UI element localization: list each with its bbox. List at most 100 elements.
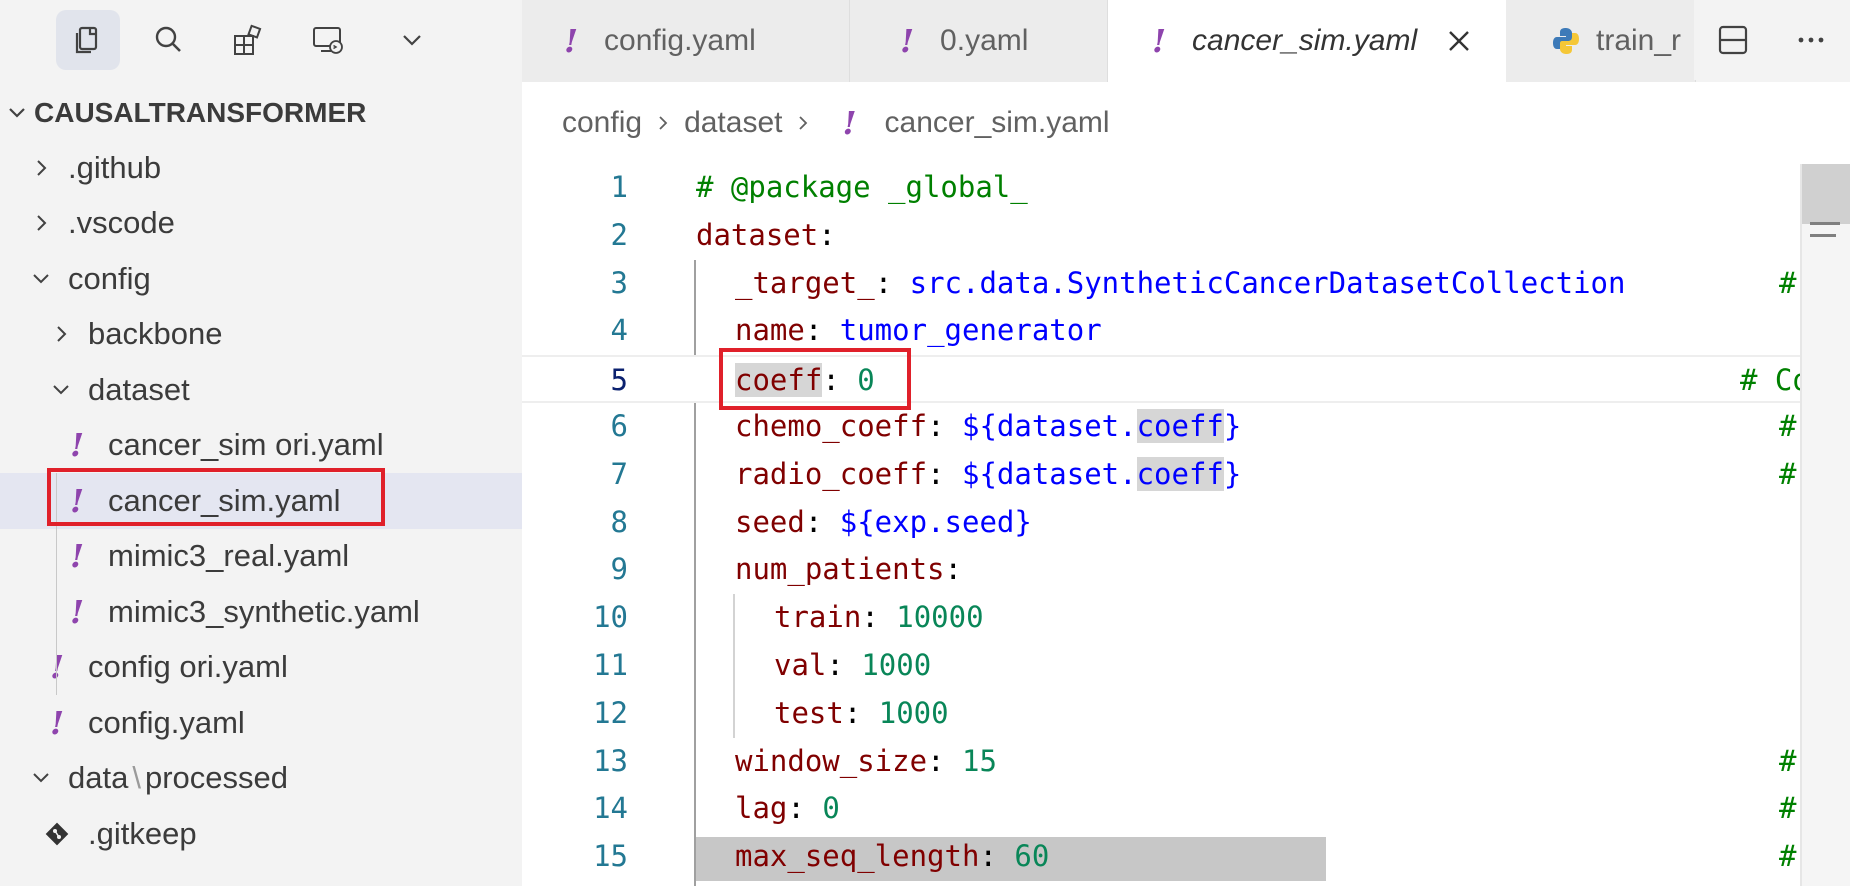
- breadcrumb-item[interactable]: config: [562, 106, 642, 140]
- code-line: 2 dataset:: [522, 212, 1802, 260]
- folder-data-processed[interactable]: data \ processed: [0, 751, 522, 807]
- line-number: 5: [610, 363, 628, 398]
- line-number: 1: [610, 170, 628, 204]
- file-cancer-sim-yaml[interactable]: ! cancer_sim.yaml: [0, 473, 522, 529]
- code-text: _target_: src.data.SyntheticCancerDatase…: [735, 265, 1626, 300]
- folder-doc[interactable]: doc: [0, 862, 522, 886]
- split-editor-icon[interactable]: [1716, 23, 1750, 57]
- explorer-root-folder[interactable]: CAUSALTRANSFORMER: [0, 93, 522, 133]
- tab-label: config.yaml: [604, 24, 756, 57]
- file-config-yaml[interactable]: ! config.yaml: [0, 695, 522, 751]
- code-line: 9 num_patients:: [522, 546, 1802, 594]
- code-text: dataset:: [696, 217, 836, 252]
- search-icon[interactable]: [136, 10, 200, 70]
- code-comment: # M: [1779, 839, 1797, 874]
- tab-0-yaml[interactable]: ! 0.yaml: [850, 0, 1108, 82]
- code-comment: # L: [1779, 791, 1797, 826]
- code-text: test: 1000: [774, 695, 949, 730]
- code-text: chemo_coeff: ${dataset.coeff}: [735, 409, 1242, 443]
- code-comment: # W: [1779, 265, 1797, 300]
- tree-item-label: config ori.yaml: [88, 649, 288, 685]
- line-number: 12: [593, 695, 628, 730]
- tree-item-label: cancer_sim.yaml: [108, 482, 341, 518]
- line-number: 7: [610, 456, 628, 491]
- tree-item-label: .vscode: [68, 205, 175, 241]
- chevron-down-icon: [30, 767, 52, 789]
- yaml-file-icon: !: [1152, 22, 1167, 60]
- chevron-right-icon: [30, 157, 52, 179]
- code-text: val: 1000: [774, 648, 932, 682]
- tree-item-label: config: [68, 260, 151, 296]
- folder-vscode[interactable]: .vscode: [0, 196, 522, 252]
- code-editor[interactable]: 1 # @package _global_ 2 dataset: 3 _targ…: [522, 164, 1802, 886]
- chevron-down-icon: [0, 103, 34, 123]
- file-cancer-sim-ori-yaml[interactable]: ! cancer_sim ori.yaml: [0, 418, 522, 474]
- tab-label: 0.yaml: [940, 24, 1029, 57]
- code-line: 8 seed: ${exp.seed}: [522, 499, 1802, 547]
- tab-train-py[interactable]: train_r: [1506, 0, 1696, 82]
- activity-bar: [0, 0, 522, 80]
- tree-item-label: backbone: [88, 316, 223, 352]
- line-number: 9: [610, 552, 628, 587]
- code-line: 12 test: 1000: [522, 690, 1802, 738]
- minimap[interactable]: [1802, 164, 1850, 886]
- code-text: # @package _global_: [696, 170, 1028, 204]
- code-line-current: 5 coeff: 0 # Con: [522, 355, 1802, 403]
- tree-item-label: mimic3_synthetic.yaml: [108, 593, 420, 629]
- file-config-ori-yaml[interactable]: ! config ori.yaml: [0, 640, 522, 696]
- code-text: max_seq_length: 60: [735, 839, 1050, 874]
- code-comment: # U: [1779, 743, 1797, 778]
- folder-config[interactable]: config: [0, 251, 522, 307]
- code-text: window_size: 15: [735, 743, 997, 778]
- line-number: 10: [593, 600, 628, 635]
- breadcrumb-item[interactable]: dataset: [684, 106, 782, 140]
- editor-area: ! config.yaml ! 0.yaml ! cancer_sim.yaml…: [522, 0, 1850, 886]
- folder-dataset[interactable]: dataset: [0, 362, 522, 418]
- folder-backbone[interactable]: backbone: [0, 307, 522, 363]
- chevron-right-icon: [654, 114, 672, 132]
- tree-item-label: .gitkeep: [88, 815, 197, 851]
- chevron-down-icon: [30, 268, 52, 290]
- line-number: 14: [593, 791, 628, 826]
- file-mimic3-synthetic-yaml[interactable]: ! mimic3_synthetic.yaml: [0, 584, 522, 640]
- tab-cancer-sim-yaml[interactable]: ! cancer_sim.yaml: [1108, 0, 1506, 82]
- line-number: 6: [610, 409, 628, 443]
- tree-item-label: dataset: [88, 371, 190, 407]
- remote-explorer-icon[interactable]: [296, 10, 360, 70]
- root-folder-label: CAUSALTRANSFORMER: [34, 97, 367, 128]
- code-line: 11 val: 1000: [522, 642, 1802, 690]
- breadcrumb-item[interactable]: cancer_sim.yaml: [885, 106, 1110, 140]
- chevron-right-icon: [794, 114, 812, 132]
- code-line: 10 train: 10000: [522, 594, 1802, 642]
- code-line: 7 radio_coeff: ${dataset.coeff} # C: [522, 451, 1802, 499]
- extensions-icon[interactable]: [216, 10, 280, 70]
- yaml-file-icon: !: [900, 22, 915, 60]
- line-number: 15: [593, 839, 628, 874]
- python-icon: [1553, 28, 1579, 54]
- code-line: 1 # @package _global_: [522, 164, 1802, 212]
- chevron-right-icon: [50, 323, 72, 345]
- close-icon[interactable]: [1445, 27, 1473, 55]
- tree-item-label: config.yaml: [88, 704, 245, 740]
- yaml-file-icon: !: [50, 648, 65, 687]
- yaml-file-icon: !: [70, 426, 85, 465]
- file-gitkeep[interactable]: .gitkeep: [0, 806, 522, 862]
- code-text: seed: ${exp.seed}: [735, 504, 1032, 539]
- tree-item-label: data \ processed: [68, 760, 288, 796]
- code-line: 15 max_seq_length: 60 # M: [522, 833, 1802, 882]
- tree-item-label: cancer_sim ori.yaml: [108, 427, 384, 463]
- file-tree: .github .vscode config backbone dataset …: [0, 140, 522, 886]
- code-line: 4 name: tumor_generator: [522, 307, 1802, 355]
- minimap-slider[interactable]: [1802, 164, 1850, 224]
- tab-config-yaml[interactable]: ! config.yaml: [522, 0, 850, 82]
- more-actions-icon[interactable]: [1794, 23, 1828, 57]
- tree-item-label: mimic3_real.yaml: [108, 538, 350, 574]
- line-number: 3: [610, 265, 628, 300]
- folder-github[interactable]: .github: [0, 140, 522, 196]
- tab-bar: ! config.yaml ! 0.yaml ! cancer_sim.yaml…: [522, 0, 1850, 82]
- file-mimic3-real-yaml[interactable]: ! mimic3_real.yaml: [0, 529, 522, 585]
- yaml-file-icon: !: [70, 592, 85, 631]
- explorer-icon[interactable]: [56, 10, 120, 70]
- tree-item-label: .github: [68, 149, 162, 185]
- chevron-down-icon[interactable]: [380, 10, 444, 70]
